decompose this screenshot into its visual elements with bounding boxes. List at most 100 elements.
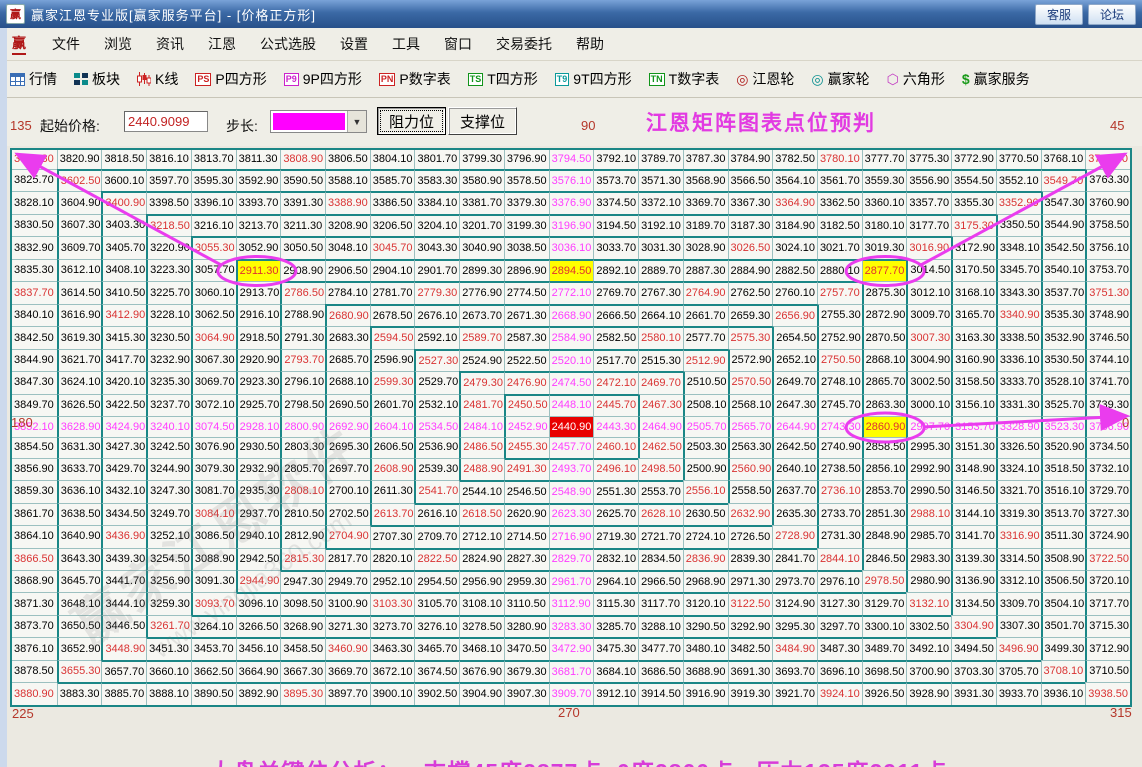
toolbar-item-sectors[interactable]: 板块 <box>74 69 120 89</box>
grid-cell: 3770.50 <box>996 150 1041 169</box>
grid-cell: 3696.10 <box>817 660 862 682</box>
grid-cell: 3216.10 <box>191 214 236 236</box>
grid-cell: 2551.30 <box>593 480 638 502</box>
grid-cell: 3537.70 <box>1041 281 1086 303</box>
menu-item-gann[interactable]: 江恩 <box>208 34 236 54</box>
start-price-input[interactable] <box>124 111 208 132</box>
forum-button[interactable]: 论坛 <box>1088 4 1136 25</box>
window-left-border <box>0 28 7 767</box>
toolbar-item-service[interactable]: $ 赢家服务 <box>962 69 1030 89</box>
grid-cell: 3878.50 <box>12 660 57 682</box>
grid-cell: 2865.70 <box>862 371 907 393</box>
menu-item-file[interactable]: 文件 <box>52 34 80 54</box>
toolbar-item-gann-wheel[interactable]: ◎ 江恩轮 <box>736 69 794 89</box>
grid-cell: 3597.70 <box>146 169 191 191</box>
grid-cell: 2940.10 <box>236 525 281 547</box>
grid-cell: 2889.70 <box>638 259 683 281</box>
grid-cell: 3256.90 <box>146 570 191 592</box>
toolbar-item-hexagon[interactable]: ⬡ 六角形 <box>887 69 945 89</box>
menu-item-news[interactable]: 资讯 <box>156 34 184 54</box>
grid-cell: 3163.30 <box>951 326 996 348</box>
grid-cell: 3583.30 <box>414 169 459 191</box>
resistance-button[interactable]: 阻力位 <box>377 107 446 135</box>
grid-cell: 3184.90 <box>772 214 817 236</box>
grid-cell: 3201.70 <box>459 214 504 236</box>
grid-cell: 3794.50 <box>549 150 594 169</box>
grid-cell: 3883.30 <box>57 682 102 705</box>
toolbar-item-t-table[interactable]: TN T数字表 <box>649 69 720 89</box>
grid-cell: 3890.50 <box>191 682 236 705</box>
grid-cell: 3808.90 <box>280 150 325 169</box>
grid-cell: 2474.50 <box>549 371 594 393</box>
grid-cell: 3055.30 <box>191 236 236 258</box>
grid-cell: 3775.30 <box>906 150 951 169</box>
dropdown-arrow-icon[interactable]: ▼ <box>347 111 366 132</box>
grid-cell: 3084.10 <box>191 503 236 525</box>
menu-item-settings[interactable]: 设置 <box>340 34 368 54</box>
grid-cell: 3842.50 <box>12 326 57 348</box>
t-table-icon: TN <box>649 73 665 86</box>
customer-service-button[interactable]: 客服 <box>1035 4 1083 25</box>
grid-cell: 3410.50 <box>101 281 146 303</box>
grid-cell: 3636.10 <box>57 480 102 502</box>
grid-cell: 2793.70 <box>280 349 325 371</box>
chart-title: 江恩矩阵图表点位预判 <box>646 107 876 137</box>
grid-cell: 3348.10 <box>996 236 1041 258</box>
grid-cell: 3064.90 <box>191 326 236 348</box>
grid-cell: 3525.70 <box>1041 394 1086 416</box>
grid-cell: 3396.10 <box>191 191 236 213</box>
menu-item-window[interactable]: 窗口 <box>444 34 472 54</box>
grid-cell: 2704.90 <box>325 525 370 547</box>
grid-cell: 2575.30 <box>728 326 773 348</box>
grid-cell: 2848.90 <box>862 525 907 547</box>
toolbar-item-kline[interactable]: K线 <box>137 69 178 89</box>
grid-cell: 2661.70 <box>683 304 728 326</box>
grid-cell: 3314.50 <box>996 548 1041 570</box>
angle-label-180: 180 <box>11 415 33 430</box>
grid-cell: 3547.30 <box>1041 191 1086 213</box>
toolbar-item-9t-square[interactable]: T9 9T四方形 <box>555 69 632 89</box>
menu-item-browse[interactable]: 浏览 <box>104 34 132 54</box>
grid-cell: 2452.90 <box>504 416 549 437</box>
grid-cell: 3672.10 <box>370 660 415 682</box>
grid-cell: 3112.90 <box>549 592 594 614</box>
grid-cell: 3640.90 <box>57 525 102 547</box>
toolbar-item-p-table[interactable]: PN P数字表 <box>379 69 451 89</box>
grid-cell: 2757.70 <box>817 281 862 303</box>
grid-cell: 3664.90 <box>236 660 281 682</box>
grid-cell: 3619.30 <box>57 326 102 348</box>
grid-cell: 3931.30 <box>951 682 996 705</box>
grid-cell: 2755.30 <box>817 304 862 326</box>
grid-cell: 3458.50 <box>280 637 325 659</box>
grid-cell: 2812.90 <box>280 525 325 547</box>
grid-cell: 2776.90 <box>459 281 504 303</box>
support-button[interactable]: 支撑位 <box>448 107 517 135</box>
toolbar-item-t-square[interactable]: TS T四方形 <box>468 69 538 89</box>
grid-cell: 3050.50 <box>280 236 325 258</box>
grid-cell: 2472.10 <box>593 371 638 393</box>
grid-cell: 3864.10 <box>12 525 57 547</box>
grid-cell: 3048.10 <box>325 236 370 258</box>
grid-cell: 3772.90 <box>951 150 996 169</box>
grid-cell: 2791.30 <box>280 326 325 348</box>
grid-cell: 2592.10 <box>414 326 459 348</box>
grid-cell: 2959.30 <box>504 570 549 592</box>
grid-cell: 3568.90 <box>683 169 728 191</box>
grid-cell: 3700.90 <box>906 660 951 682</box>
toolbar-item-9p-square[interactable]: P9 9P四方形 <box>284 69 362 89</box>
menu-item-tools[interactable]: 工具 <box>392 34 420 54</box>
menu-item-help[interactable]: 帮助 <box>576 34 604 54</box>
grid-cell: 3261.70 <box>146 615 191 637</box>
grid-cell: 3420.10 <box>101 371 146 393</box>
menu-item-formula-stockpick[interactable]: 公式选股 <box>260 34 316 54</box>
angle-label-0: 0 <box>1122 415 1129 430</box>
grid-cell: 3177.70 <box>906 214 951 236</box>
grid-cell: 3835.30 <box>12 259 57 281</box>
toolbar-item-winner-wheel[interactable]: ◎ 赢家轮 <box>811 69 869 89</box>
grid-cell: 2810.50 <box>280 503 325 525</box>
menu-item-trade-entrust[interactable]: 交易委托 <box>496 34 552 54</box>
toolbar-item-market[interactable]: 行情 <box>10 69 57 89</box>
grid-cell: 3612.10 <box>57 259 102 281</box>
step-color-select[interactable]: ▼ <box>270 110 367 133</box>
toolbar-item-p-square[interactable]: PS P四方形 <box>195 69 266 89</box>
